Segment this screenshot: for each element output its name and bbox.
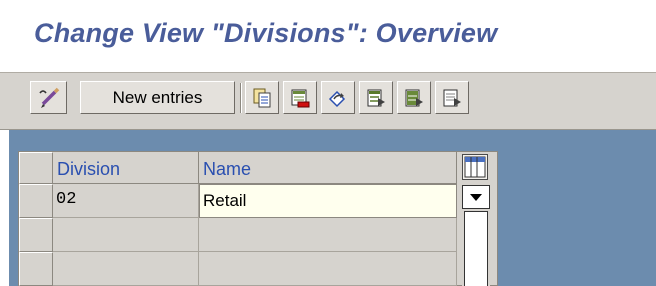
- cell-name: [199, 252, 457, 286]
- new-entries-button[interactable]: New entries: [80, 81, 235, 114]
- select-block-button[interactable]: [397, 81, 431, 114]
- content-area: Division Name 02 Retail: [0, 130, 656, 286]
- table-control: Division Name 02 Retail: [18, 151, 498, 286]
- sap-window: Change View "Divisions": Overview New en…: [0, 0, 656, 286]
- row-selector[interactable]: [19, 218, 53, 252]
- copy-icon: [253, 88, 271, 107]
- toolbar-separator: [240, 83, 242, 113]
- page-title: Change View "Divisions": Overview: [34, 18, 498, 48]
- copy-as-button[interactable]: [245, 81, 279, 114]
- scroll-up-button[interactable]: [462, 185, 490, 209]
- vertical-scrollbar[interactable]: [462, 185, 490, 286]
- select-block-icon: [405, 89, 423, 106]
- column-header-division[interactable]: Division: [53, 152, 199, 184]
- select-all-button[interactable]: [359, 81, 393, 114]
- cell-division: [53, 218, 199, 252]
- undo-change-button[interactable]: [321, 81, 355, 114]
- select-all-icon: [367, 89, 385, 106]
- application-toolbar: New entries: [0, 72, 656, 130]
- row-selector[interactable]: [19, 252, 53, 286]
- display-change-button[interactable]: [30, 81, 67, 114]
- row-selector[interactable]: [19, 184, 53, 218]
- cell-division: 02: [53, 184, 199, 218]
- title-bar: Change View "Divisions": Overview: [0, 0, 656, 72]
- undo-change-icon: [328, 90, 346, 107]
- cell-name: [199, 218, 457, 252]
- column-header-name[interactable]: Name: [199, 152, 457, 184]
- delete-button[interactable]: [283, 81, 317, 114]
- cell-division: [53, 252, 199, 286]
- caret-down-icon: [470, 194, 482, 201]
- deselect-all-button[interactable]: [435, 81, 469, 114]
- new-entries-label: New entries: [112, 87, 203, 107]
- cell-name-input[interactable]: Retail: [199, 184, 457, 218]
- table-settings-icon: [464, 156, 486, 178]
- select-all-rows-cell[interactable]: [19, 152, 53, 184]
- display-change-icon: [38, 87, 59, 108]
- table-settings-button[interactable]: [462, 154, 488, 180]
- delete-icon: [291, 89, 310, 107]
- scroll-thumb[interactable]: [464, 211, 488, 286]
- deselect-all-icon: [443, 89, 461, 106]
- left-margin: [0, 130, 9, 286]
